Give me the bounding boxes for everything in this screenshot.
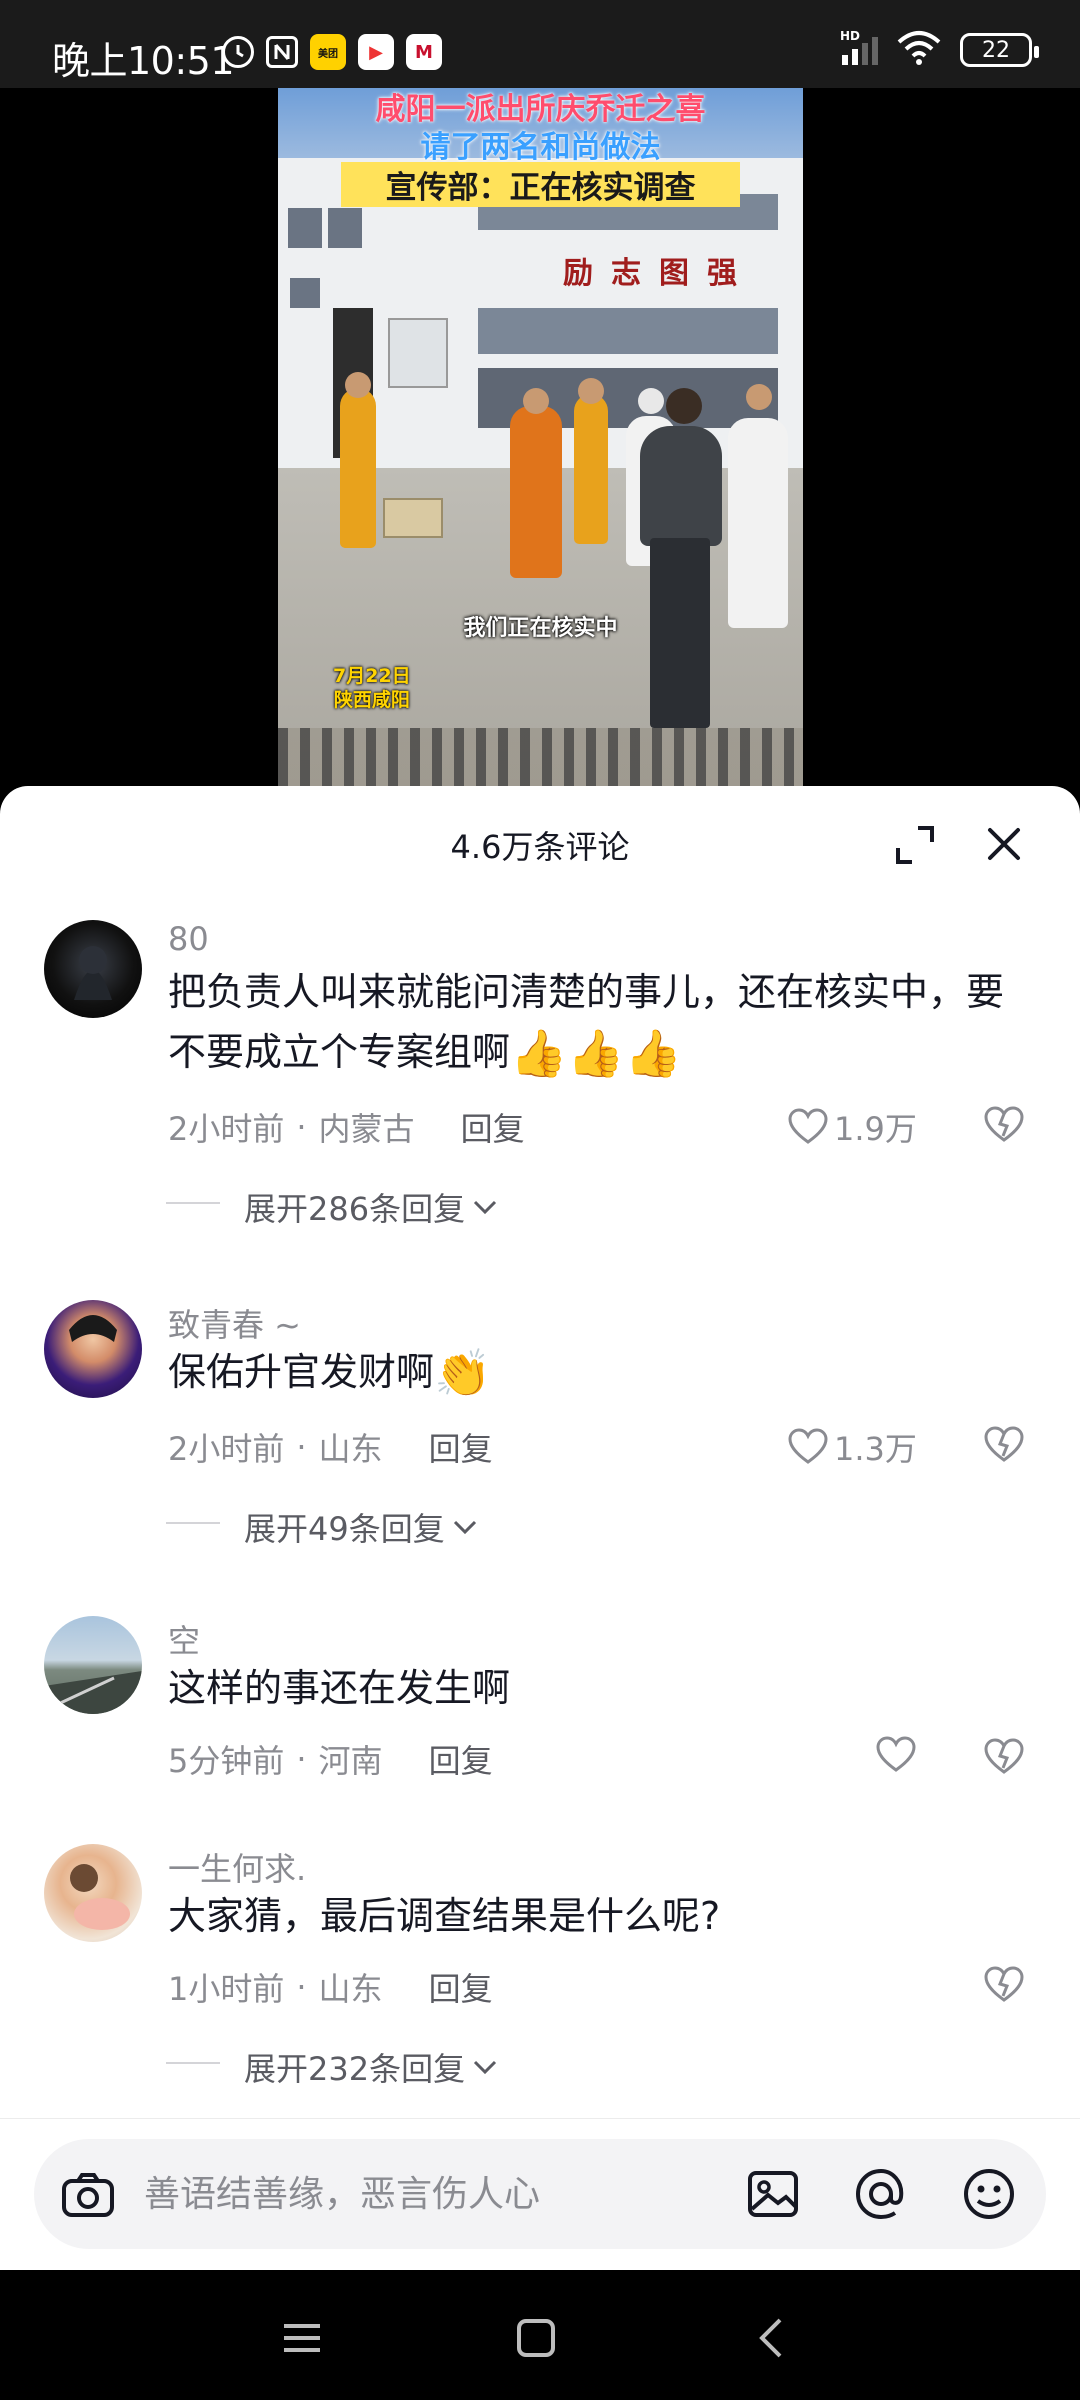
comment-username[interactable]: 空	[168, 1616, 200, 1662]
battery-icon: 22	[960, 33, 1039, 67]
close-icon[interactable]	[980, 820, 1028, 868]
comment-username[interactable]: 致青春 ~	[168, 1300, 301, 1346]
emoji: 👍👍👍	[510, 1026, 682, 1080]
comment-location: 山东	[318, 1430, 383, 1468]
alarm-icon	[222, 36, 254, 68]
like-count: 1.9万	[834, 1110, 917, 1148]
status-bar: 晚上10:51 美团 ▶ M HD 22	[0, 0, 1080, 88]
comment-location: 河南	[318, 1742, 383, 1780]
building-sign: 励志图强	[563, 256, 755, 291]
nfc-icon	[266, 36, 298, 68]
monk-figure	[574, 394, 608, 544]
comment-username[interactable]: 80	[168, 920, 209, 958]
reply-button[interactable]: 回复	[461, 1104, 525, 1150]
comment-time: 2小时前	[168, 1110, 285, 1148]
emoji-icon[interactable]	[958, 2163, 1020, 2225]
comment-input[interactable]	[144, 2159, 704, 2229]
expand-icon[interactable]	[892, 822, 938, 868]
comment-input-pill[interactable]	[34, 2139, 1046, 2249]
meituan-app-icon: 美团	[310, 34, 346, 70]
home-icon[interactable]	[506, 2308, 566, 2368]
avatar[interactable]	[44, 1616, 142, 1714]
like-button[interactable]: 1.9万	[788, 1104, 917, 1150]
dislike-icon[interactable]	[984, 1966, 1024, 2006]
like-button[interactable]	[876, 1736, 922, 1774]
chevron-down-icon	[474, 2060, 497, 2075]
chevron-down-icon	[474, 1200, 497, 1215]
video-subtitle: 我们正在核实中	[463, 616, 618, 641]
camera-icon[interactable]	[58, 2165, 118, 2225]
video-app-icon: ▶	[358, 34, 394, 70]
heart-icon	[788, 1428, 828, 1464]
expand-replies-button[interactable]: 展开49条回复	[166, 1504, 481, 1550]
reply-button[interactable]: 回复	[429, 1424, 493, 1470]
wifi-icon	[896, 30, 942, 70]
like-count: 1.3万	[834, 1430, 917, 1468]
status-system-icons: HD 22	[840, 29, 1039, 70]
video-date-location: 7月22日 陕西咸阳	[333, 665, 411, 711]
comment-meta: 2小时前 · 山东 回复	[168, 1424, 493, 1470]
comment-text[interactable]: 这样的事还在发生啊	[168, 1658, 1028, 1718]
status-notification-icons: 美团 ▶ M	[222, 34, 442, 70]
image-icon[interactable]	[742, 2163, 804, 2225]
heart-icon	[876, 1736, 916, 1772]
bank-app-icon: M	[406, 34, 442, 70]
comments-sheet: 4.6万条评论 80 把负责人叫来就能问清楚的事儿，还在核实中，要不要成立个专案…	[0, 786, 1080, 2270]
comment-username[interactable]: 一生何求.	[168, 1844, 306, 1890]
dislike-icon[interactable]	[984, 1738, 1024, 1778]
comment-text[interactable]: 把负责人叫来就能问清楚的事儿，还在核实中，要不要成立个专案组啊👍👍👍	[168, 962, 1028, 1082]
monk-figure	[340, 388, 376, 548]
comment-text[interactable]: 保佑升官发财啊👏	[168, 1342, 1028, 1402]
chevron-down-icon	[453, 1520, 476, 1535]
dislike-icon[interactable]	[984, 1106, 1024, 1146]
emoji: 👏	[434, 1346, 492, 1400]
comment-text[interactable]: 大家猜，最后调查结果是什么呢?	[168, 1886, 1028, 1946]
expand-replies-button[interactable]: 展开232条回复	[166, 2044, 501, 2090]
avatar[interactable]	[44, 1300, 142, 1398]
heart-icon	[788, 1108, 828, 1144]
reply-button[interactable]: 回复	[429, 1736, 493, 1782]
comment-input-bar	[0, 2118, 1080, 2270]
person-figure	[640, 426, 722, 546]
video-frame[interactable]: 励志图强 咸阳一派出所庆乔迁之喜 请了两名和尚做法 宣传部：正在核实调查 我们正…	[278, 88, 803, 788]
monk-figure	[510, 406, 562, 578]
comment-time: 2小时前	[168, 1430, 285, 1468]
comment-meta: 1小时前 · 山东 回复	[168, 1964, 493, 2010]
comment-location: 山东	[318, 1970, 383, 2008]
comment-time: 1小时前	[168, 1970, 285, 2008]
back-icon[interactable]	[742, 2308, 802, 2368]
avatar[interactable]	[44, 920, 142, 1018]
expand-replies-button[interactable]: 展开286条回复	[166, 1184, 501, 1230]
comment-time: 5分钟前	[168, 1742, 285, 1780]
status-time: 晚上10:51	[52, 39, 235, 83]
comment-meta: 5分钟前 · 河南 回复	[168, 1736, 493, 1782]
reply-button[interactable]: 回复	[429, 1964, 493, 2010]
video-player[interactable]: 励志图强 咸阳一派出所庆乔迁之喜 请了两名和尚做法 宣传部：正在核实调查 我们正…	[0, 88, 1080, 788]
offering-table	[383, 498, 443, 538]
comment-meta: 2小时前 · 内蒙古 回复	[168, 1104, 525, 1150]
like-button[interactable]: 1.3万	[788, 1424, 917, 1470]
dislike-icon[interactable]	[984, 1426, 1024, 1466]
comments-header: 4.6万条评论	[0, 786, 1080, 896]
avatar[interactable]	[44, 1844, 142, 1942]
hd-signal-icon: HD	[840, 29, 878, 65]
system-nav-bar	[0, 2270, 1080, 2400]
comment-location: 内蒙古	[318, 1110, 415, 1148]
menu-icon[interactable]	[272, 2308, 332, 2368]
mention-icon[interactable]	[850, 2163, 912, 2225]
